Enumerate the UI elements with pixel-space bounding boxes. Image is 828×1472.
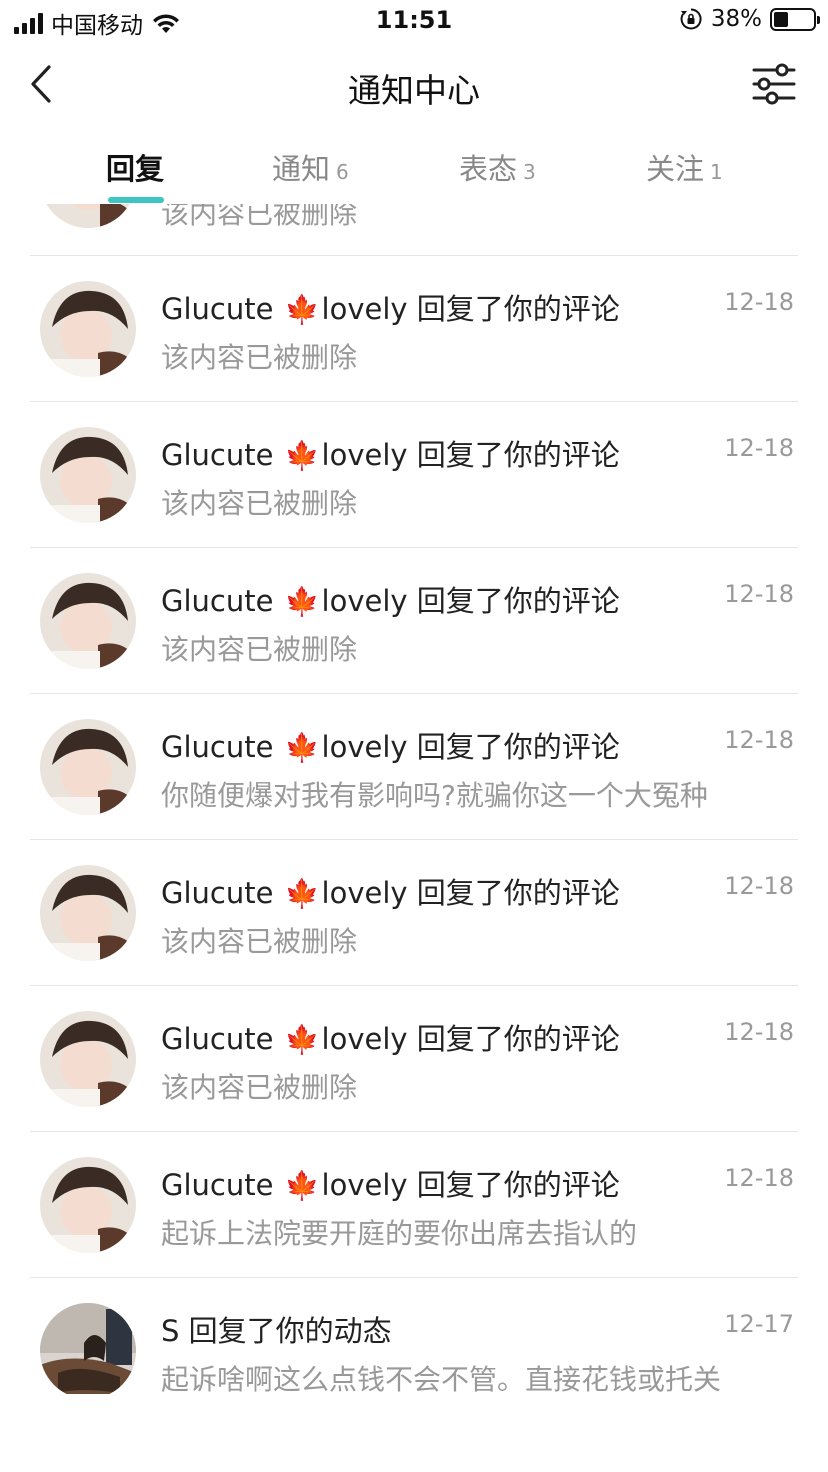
item-date: 12-18 [724, 726, 794, 754]
maple-leaf-icon: 🍁 [284, 731, 320, 764]
maple-leaf-icon: 🍁 [284, 585, 320, 618]
item-date: 12-18 [724, 1018, 794, 1046]
maple-leaf-icon: 🍁 [284, 1169, 320, 1202]
list-item[interactable]: Glucute 🍁lovely 回复了你的评论 12-18 该内容已被删除 [0, 548, 828, 694]
maple-leaf-icon: 🍁 [284, 439, 320, 472]
list-item[interactable]: Glucute 🍁lovely 回复了你的评论 12-18 该内容已被删除 [0, 840, 828, 986]
item-title: Glucute 🍁lovely 回复了你的评论 [161, 870, 620, 912]
item-title: Glucute 🍁lovely 回复了你的评论 [161, 724, 620, 766]
item-date: 12-18 [724, 434, 794, 462]
tab-label: 关注 [646, 152, 705, 186]
maple-leaf-icon: 🍁 [284, 1023, 320, 1056]
item-date: 12-18 [724, 872, 794, 900]
avatar[interactable] [40, 1011, 136, 1107]
action-text: 回复了你的动态 [188, 1314, 392, 1348]
user-name-suffix[interactable]: lovely [322, 584, 408, 618]
battery-icon [770, 7, 820, 31]
nav-bar: 通知中心 [0, 50, 828, 120]
avatar[interactable] [40, 865, 136, 961]
action-text: 回复了你的评论 [416, 1168, 620, 1202]
user-name-suffix[interactable]: lovely [322, 730, 408, 764]
user-name[interactable]: Glucute [161, 1022, 273, 1056]
tab-count: 1 [710, 160, 723, 184]
user-name[interactable]: Glucute [161, 292, 273, 326]
list-item[interactable]: Glucute 🍁lovely 回复了你的评论 12-18 起诉上法院要开庭的要… [0, 1132, 828, 1278]
status-bar: 中国移动 11:51 38% [0, 0, 828, 44]
user-name-suffix[interactable]: lovely [322, 1168, 408, 1202]
user-name[interactable]: Glucute [161, 438, 273, 472]
item-content: 该内容已被删除 [161, 341, 358, 374]
tab-count: 6 [336, 160, 349, 184]
rotation-lock-icon [680, 8, 702, 30]
avatar[interactable] [40, 204, 136, 228]
active-tab-indicator [108, 197, 164, 203]
list-item[interactable]: Glucute 🍁lovely 回复了你的评论 12-18 你随便爆对我有影响吗… [0, 694, 828, 840]
list-item[interactable]: 该内容已被删除 [0, 204, 828, 256]
item-title: Glucute 🍁lovely 回复了你的评论 [161, 1016, 620, 1058]
battery-level [774, 11, 789, 27]
filter-sliders-icon[interactable] [752, 62, 796, 106]
item-title: Glucute 🍁lovely 回复了你的评论 [161, 286, 620, 328]
user-name-suffix[interactable]: lovely [322, 292, 408, 326]
action-text: 回复了你的评论 [416, 438, 620, 472]
action-text: 回复了你的评论 [416, 876, 620, 910]
user-name[interactable]: Glucute [161, 876, 273, 910]
action-text: 回复了你的评论 [416, 1022, 620, 1056]
item-content: 你随便爆对我有影响吗?就骗你这一个大冤种 [161, 779, 708, 812]
maple-leaf-icon: 🍁 [284, 293, 320, 326]
item-content: 起诉上法院要开庭的要你出席去指认的 [161, 1217, 638, 1250]
tab-label: 表态 [459, 152, 518, 186]
tab-count: 3 [523, 160, 536, 184]
maple-leaf-icon: 🍁 [284, 877, 320, 910]
avatar[interactable] [40, 573, 136, 669]
item-title: S 回复了你的动态 [161, 1308, 392, 1350]
action-text: 回复了你的评论 [416, 584, 620, 618]
tab-replies[interactable]: 回复 [106, 146, 164, 188]
item-title: Glucute 🍁lovely 回复了你的评论 [161, 1162, 620, 1204]
item-title: Glucute 🍁lovely 回复了你的评论 [161, 432, 620, 474]
action-text: 回复了你的评论 [416, 730, 620, 764]
tab-label: 回复 [106, 152, 165, 186]
avatar[interactable] [40, 281, 136, 377]
item-date: 12-18 [724, 580, 794, 608]
tab-reactions[interactable]: 表态 3 [459, 146, 536, 188]
item-content: 起诉啥啊这么点钱不会不管。直接花钱或托关 [161, 1363, 722, 1394]
avatar[interactable] [40, 427, 136, 523]
notification-list[interactable]: 该内容已被删除 Glucute 🍁lovely 回复了你的评论 12-18 该内… [0, 204, 828, 1394]
item-date: 12-18 [724, 1164, 794, 1192]
item-title: Glucute 🍁lovely 回复了你的评论 [161, 578, 620, 620]
list-item[interactable]: Glucute 🍁lovely 回复了你的评论 12-18 该内容已被删除 [0, 402, 828, 548]
user-name[interactable]: Glucute [161, 730, 273, 764]
tab-notifications[interactable]: 通知 6 [272, 146, 349, 188]
item-date: 12-18 [724, 288, 794, 316]
item-content: 该内容已被删除 [161, 925, 358, 958]
user-name[interactable]: S [161, 1314, 179, 1348]
user-name[interactable]: Glucute [161, 1168, 273, 1202]
item-content: 该内容已被删除 [161, 633, 358, 666]
user-name-suffix[interactable]: lovely [322, 876, 408, 910]
tab-bar: 回复 通知 6 表态 3 关注 1 [0, 140, 828, 204]
item-content: 该内容已被删除 [161, 487, 358, 520]
list-item[interactable]: S 回复了你的动态 12-17 起诉啥啊这么点钱不会不管。直接花钱或托关 [0, 1278, 828, 1394]
item-date: 12-17 [724, 1310, 794, 1338]
user-name-suffix[interactable]: lovely [322, 438, 408, 472]
page-title: 通知中心 [348, 71, 480, 110]
item-content: 该内容已被删除 [161, 204, 358, 230]
list-item[interactable]: Glucute 🍁lovely 回复了你的评论 12-18 该内容已被删除 [0, 986, 828, 1132]
battery-percent: 38% [710, 6, 762, 32]
item-content: 该内容已被删除 [161, 1071, 358, 1104]
status-bar-right: 38% [679, 6, 820, 32]
avatar[interactable] [40, 719, 136, 815]
list-item[interactable]: Glucute 🍁lovely 回复了你的评论 12-18 该内容已被删除 [0, 256, 828, 402]
user-name[interactable]: Glucute [161, 584, 273, 618]
action-text: 回复了你的评论 [416, 292, 620, 326]
bottom-blank-area [0, 1394, 828, 1472]
avatar[interactable] [40, 1157, 136, 1253]
tab-follows[interactable]: 关注 1 [646, 146, 723, 188]
tab-label: 通知 [272, 152, 331, 186]
user-name-suffix[interactable]: lovely [322, 1022, 408, 1056]
avatar[interactable] [40, 1303, 136, 1394]
